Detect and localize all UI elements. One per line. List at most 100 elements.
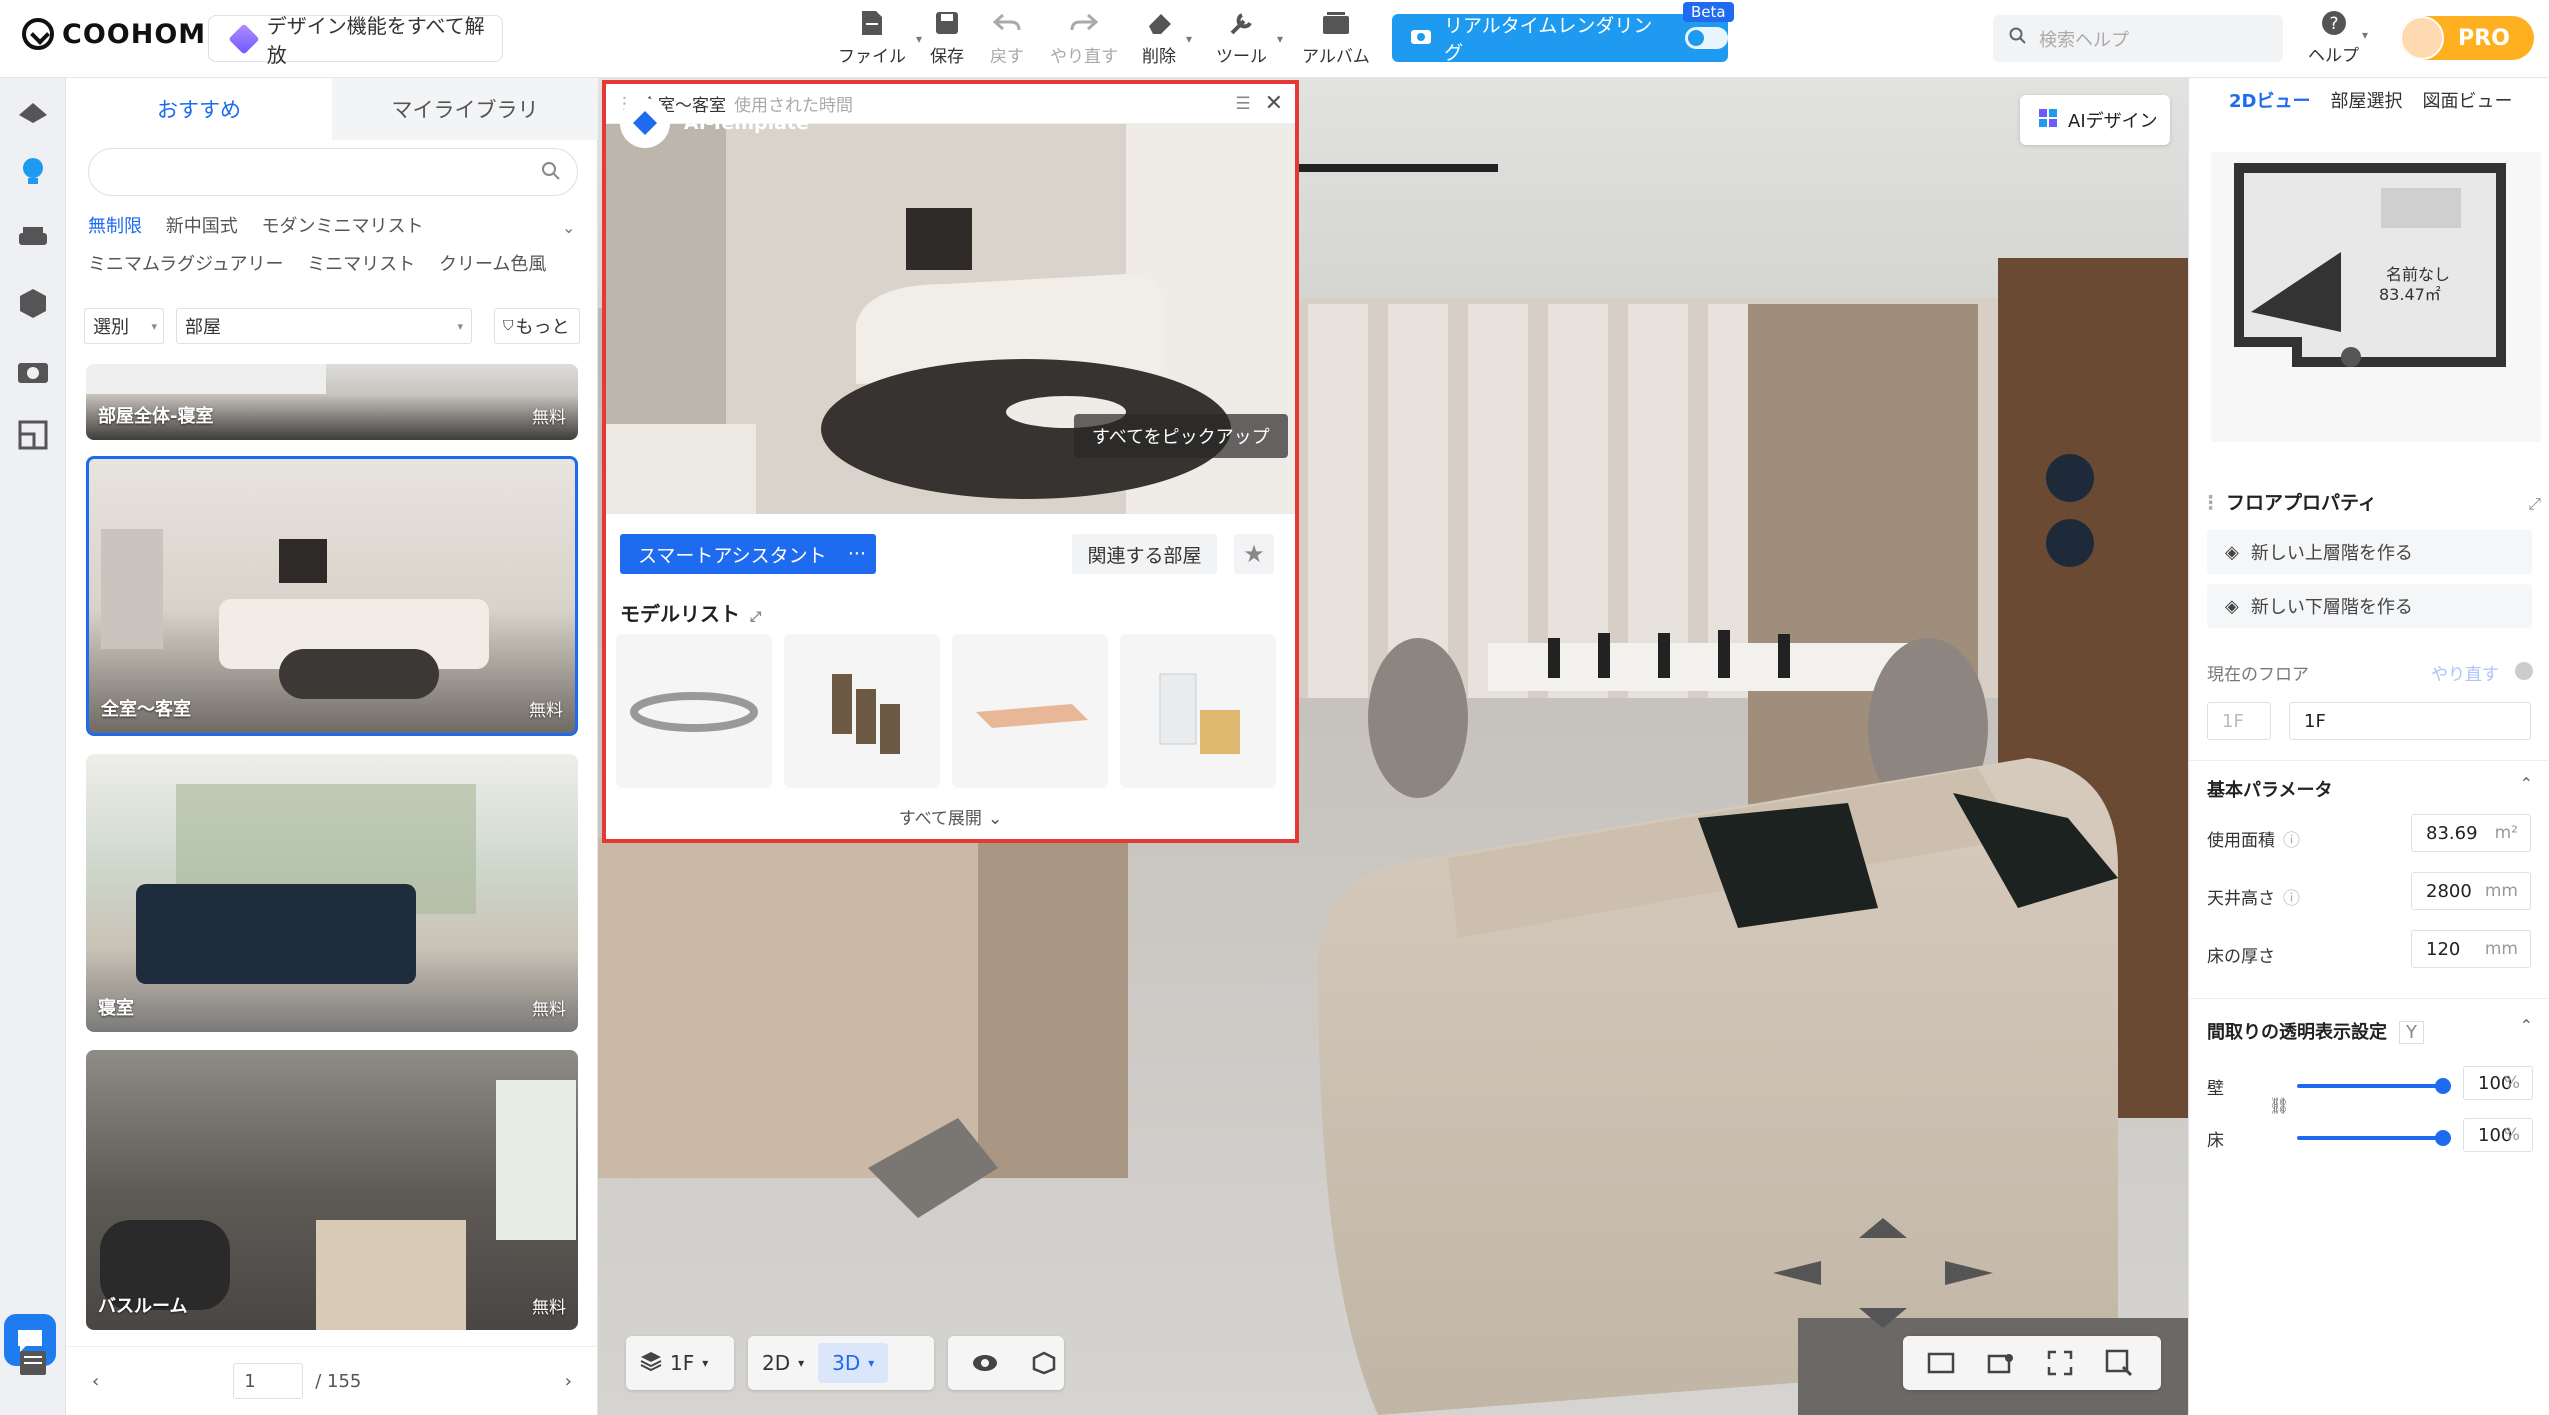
sofa-icon[interactable] xyxy=(14,218,52,256)
pick-all-button[interactable]: すべてをピックアップ xyxy=(1074,414,1288,458)
redo-floor-link[interactable]: やり直す xyxy=(2431,660,2499,685)
page-number-input[interactable]: 1 xyxy=(233,1363,304,1399)
tab-room-select[interactable]: 部屋選択 xyxy=(2330,87,2402,113)
floor-thickness-input[interactable]: 120 mm xyxy=(2411,930,2531,968)
expand-all-button[interactable]: すべて展開 ⌄ xyxy=(606,804,1295,829)
redo-label: やり直す xyxy=(1050,47,1118,67)
box-icon[interactable] xyxy=(14,284,52,322)
template-card[interactable]: バスルーム 無料 xyxy=(86,1050,578,1330)
help-search-input[interactable]: 検索ヘルプ xyxy=(1993,15,2283,62)
more-options-icon[interactable]: ··· xyxy=(848,543,866,565)
related-rooms-button[interactable]: 関連する部屋 xyxy=(1072,534,1217,574)
unlock-features-label: デザイン機能をすべて解放 xyxy=(266,13,485,67)
expand-icon[interactable]: ⤢ xyxy=(2528,494,2541,514)
template-card[interactable]: 全室〜客室 無料 xyxy=(86,456,578,736)
chevron-up-icon[interactable]: ⌃ xyxy=(2520,774,2533,793)
new-upper-floor-button[interactable]: ◈ 新しい上層階を作る xyxy=(2207,530,2532,574)
view-2d-button[interactable]: 2D ▾ xyxy=(748,1343,818,1383)
avatar xyxy=(2400,16,2444,60)
model-thumbnail[interactable] xyxy=(952,634,1108,788)
drag-handle-icon[interactable]: ⋮ xyxy=(2201,492,2220,514)
tab-2d-view[interactable]: 2Dビュー xyxy=(2229,87,2310,113)
filter-icon: ⛉ xyxy=(503,318,514,334)
ceiling-unit: mm xyxy=(2484,881,2518,901)
layout-icon[interactable] xyxy=(14,416,52,454)
beta-badge: Beta xyxy=(1683,2,1734,22)
wall-label: 壁 xyxy=(2207,1079,2224,1099)
card-image xyxy=(316,1220,466,1330)
screenshot-icon[interactable] xyxy=(1913,1343,1969,1383)
floor-name-input[interactable]: 1F xyxy=(2289,702,2531,740)
tab-drawing-view[interactable]: 図面ビュー xyxy=(2422,87,2512,113)
redo-button[interactable]: やり直す xyxy=(1050,8,1118,67)
model-thumbnail[interactable] xyxy=(784,634,940,788)
chip-new-chinese[interactable]: 新中国式 xyxy=(166,216,238,237)
floor-selector[interactable]: 1F ▾ xyxy=(626,1336,734,1390)
file-menu-button[interactable]: ファイル ▾ xyxy=(838,8,922,67)
save-button[interactable]: 保存 xyxy=(930,8,964,67)
chip-modern-minimalist[interactable]: モダンミニマリスト xyxy=(261,216,423,237)
pro-account-button[interactable]: PRO xyxy=(2400,16,2534,60)
realtime-render-button[interactable]: リアルタイムレンダリング xyxy=(1392,14,1728,64)
chevron-down-icon[interactable]: ⌄ xyxy=(562,218,575,237)
chevron-up-icon[interactable]: ⌃ xyxy=(2520,1016,2533,1035)
transparency-title-text: 間取りの透明表示設定 xyxy=(2207,1022,2387,1043)
expand-icon[interactable]: ⤢ xyxy=(750,609,761,625)
tools-menu-button[interactable]: ツール ▾ xyxy=(1216,8,1283,67)
floor-opacity-input[interactable]: 100% xyxy=(2463,1118,2533,1152)
chip-cream-style[interactable]: クリーム色風 xyxy=(439,254,546,275)
app-logo[interactable]: COOHOM xyxy=(22,18,206,50)
focus-icon[interactable] xyxy=(2033,1343,2087,1383)
chip-minimal-luxury[interactable]: ミニマムラグジュアリー xyxy=(88,254,283,275)
view-tabs: 2Dビュー 部屋選択 図面ビュー xyxy=(2189,78,2549,122)
help-button[interactable]: ? ヘルプ xyxy=(2308,10,2359,66)
view-3d-button[interactable]: 3D ▾ xyxy=(818,1343,889,1383)
model-thumbnail[interactable] xyxy=(1120,634,1276,788)
smart-assistant-button[interactable]: スマートアシスタント ··· xyxy=(620,534,876,574)
new-lower-floor-button[interactable]: ◈ 新しい下層階を作る xyxy=(2207,584,2532,628)
floor-opacity-slider[interactable] xyxy=(2297,1130,2451,1146)
area-input[interactable]: 83.69 m² xyxy=(2411,814,2531,852)
album-button[interactable]: アルバム xyxy=(1302,8,1370,67)
floorplan-minimap[interactable]: 名前なし 83.47㎡ xyxy=(2211,152,2541,442)
room-select[interactable]: 部屋 ▾ xyxy=(176,308,472,344)
unlock-features-button[interactable]: デザイン機能をすべて解放 xyxy=(208,14,503,67)
undo-button[interactable]: 戻す xyxy=(990,8,1024,67)
settings-panel-icon[interactable] xyxy=(14,1344,52,1382)
link-icon[interactable]: ⛓ xyxy=(2269,1096,2289,1115)
list-icon[interactable]: ☰ xyxy=(1235,94,1250,114)
info-icon xyxy=(2515,662,2533,680)
ai-design-button[interactable]: AIデザイン xyxy=(2020,95,2170,145)
filter-select[interactable]: 選別 ▾ xyxy=(84,308,164,344)
tab-recommended[interactable]: おすすめ xyxy=(66,78,332,140)
more-filter-button[interactable]: ⛉ もっと xyxy=(494,308,580,344)
delete-button[interactable]: 削除 ▾ xyxy=(1142,8,1192,67)
template-card[interactable]: 部屋全体-寝室 無料 xyxy=(86,364,578,440)
basic-params-title: 基本パラメータ xyxy=(2207,780,2333,801)
close-icon[interactable]: ✕ xyxy=(1265,91,1283,116)
camera-settings-icon[interactable] xyxy=(1973,1343,2029,1383)
chip-unlimited[interactable]: 無制限 xyxy=(88,216,142,237)
template-search-input[interactable] xyxy=(88,148,578,196)
realtime-render-toggle[interactable] xyxy=(1685,27,1728,49)
tab-my-library[interactable]: マイライブラリ xyxy=(332,78,598,140)
eye-icon[interactable] xyxy=(958,1343,1012,1383)
template-card[interactable]: 寝室 無料 xyxy=(86,754,578,1032)
star-icon[interactable]: ★ xyxy=(1234,534,1274,574)
card-title: バスルーム xyxy=(98,1296,188,1317)
wall-opacity-slider[interactable] xyxy=(2297,1078,2451,1094)
chip-minimalist[interactable]: ミニマリスト xyxy=(307,254,415,275)
lightbulb-icon[interactable] xyxy=(14,152,52,190)
chevron-left-icon[interactable]: ‹ xyxy=(92,1371,99,1392)
floor-select-button[interactable]: 1F ▾ xyxy=(626,1343,722,1383)
cube-icon[interactable] xyxy=(1018,1343,1070,1383)
floorplan-icon[interactable] xyxy=(14,92,52,130)
model-thumbnail[interactable] xyxy=(616,634,772,788)
zoom-search-icon[interactable] xyxy=(2091,1343,2147,1383)
chevron-down-icon: ▾ xyxy=(915,32,922,46)
camera-icon[interactable] xyxy=(14,352,52,390)
logo-icon xyxy=(22,18,54,50)
chevron-right-icon[interactable]: › xyxy=(565,1371,572,1392)
ceiling-input[interactable]: 2800 mm xyxy=(2411,872,2531,910)
wall-opacity-input[interactable]: 100% xyxy=(2463,1066,2533,1100)
